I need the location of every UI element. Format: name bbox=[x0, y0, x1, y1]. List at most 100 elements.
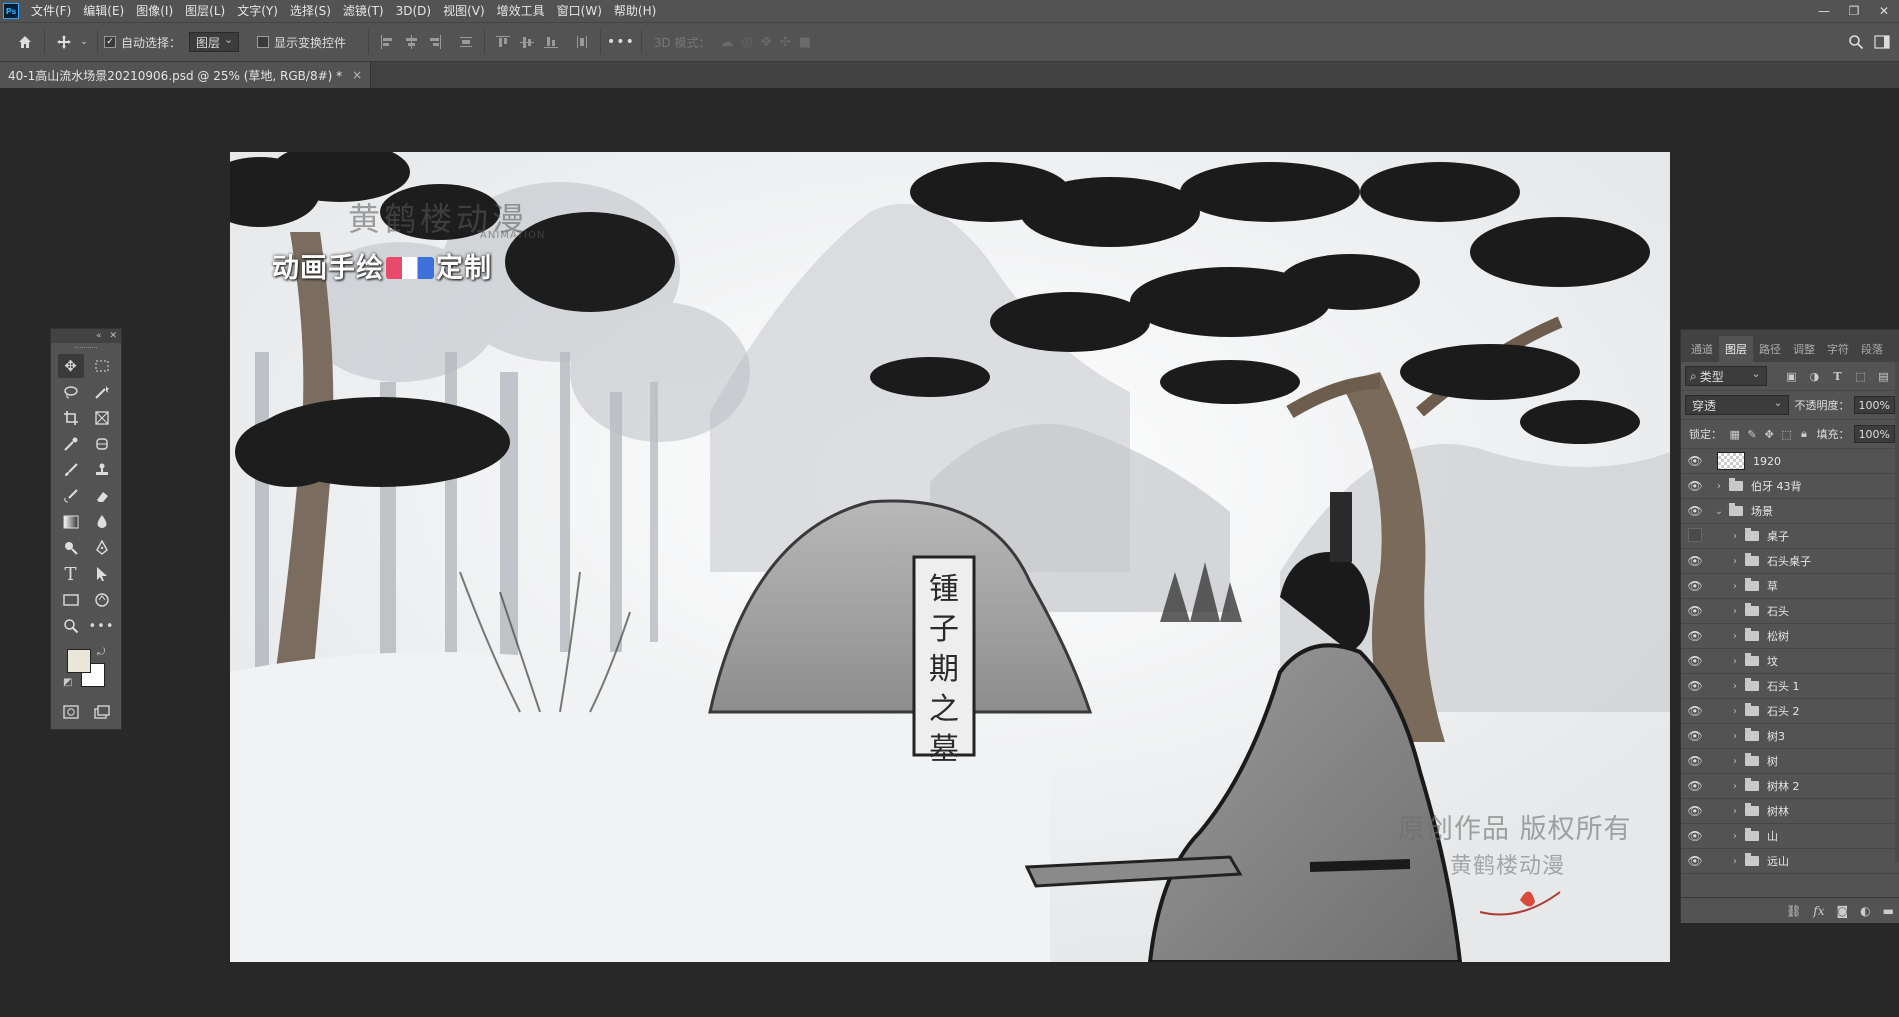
3d-slide-icon[interactable]: ✣ bbox=[780, 35, 791, 50]
lasso-tool-icon[interactable] bbox=[58, 380, 84, 404]
search-icon[interactable] bbox=[1845, 31, 1867, 53]
layer-row[interactable]: 👁︎ 1920 bbox=[1681, 449, 1899, 474]
workspace-icon[interactable] bbox=[1871, 31, 1893, 53]
layer-row[interactable]: 👁︎ › 树林 2 bbox=[1681, 774, 1899, 799]
foreground-color-swatch[interactable] bbox=[67, 649, 91, 673]
visibility-eye-icon[interactable]: 👁︎ bbox=[1681, 629, 1709, 643]
swap-colors-icon[interactable]: ⤾ bbox=[97, 647, 105, 658]
auto-select-dropdown[interactable]: 图层 bbox=[189, 32, 240, 52]
dodge-tool-icon[interactable] bbox=[58, 536, 84, 560]
close-tab-icon[interactable]: × bbox=[352, 68, 362, 82]
chevron-right-icon[interactable]: › bbox=[1729, 731, 1741, 742]
layer-filter-dropdown[interactable]: ⌕ 类型 bbox=[1685, 366, 1767, 386]
visibility-eye-icon[interactable]: 👁︎ bbox=[1681, 704, 1709, 718]
hand-rotate-tool-icon[interactable] bbox=[89, 588, 115, 612]
tab-channels[interactable]: 通道 bbox=[1685, 336, 1719, 362]
path-selection-tool-icon[interactable] bbox=[89, 562, 115, 586]
layer-row[interactable]: 👁︎ › 远山 bbox=[1681, 849, 1899, 874]
move-tool-icon[interactable] bbox=[53, 31, 75, 53]
visibility-eye-icon[interactable]: 👁︎ bbox=[1681, 754, 1709, 768]
chevron-down-icon[interactable]: ⌄ bbox=[79, 31, 89, 53]
layer-name[interactable]: 树 bbox=[1767, 753, 1778, 769]
chevron-right-icon[interactable]: › bbox=[1729, 656, 1741, 667]
3d-orbit-icon[interactable]: ☁ bbox=[721, 35, 734, 50]
move-tool-icon[interactable]: ✥ bbox=[57, 354, 84, 378]
layer-row[interactable]: 👁︎ › 石头 2 bbox=[1681, 699, 1899, 724]
blur-tool-icon[interactable] bbox=[89, 510, 115, 534]
layer-name[interactable]: 1920 bbox=[1753, 455, 1781, 468]
chevron-right-icon[interactable]: › bbox=[1729, 781, 1741, 792]
distribute-icon[interactable] bbox=[457, 33, 475, 51]
filter-smart-object-icon[interactable]: ▤ bbox=[1877, 369, 1890, 383]
filter-type-icon[interactable]: T bbox=[1831, 369, 1844, 383]
chevron-right-icon[interactable]: › bbox=[1729, 756, 1741, 767]
gradient-tool-icon[interactable] bbox=[58, 510, 84, 534]
eraser-tool-icon[interactable] bbox=[89, 484, 115, 508]
layer-row[interactable]: 👁︎ › 伯牙 43背 bbox=[1681, 474, 1899, 499]
photoshop-logo-icon[interactable]: Ps bbox=[3, 3, 19, 19]
visibility-eye-icon[interactable]: 👁︎ bbox=[1681, 579, 1709, 593]
layer-row[interactable]: 👁︎ › 石头 bbox=[1681, 599, 1899, 624]
layer-row[interactable]: › 桌子 bbox=[1681, 524, 1899, 549]
more-tools-icon[interactable]: ••• bbox=[89, 614, 115, 638]
layer-row[interactable]: 👁︎ › 石头 1 bbox=[1681, 674, 1899, 699]
menu-help[interactable]: 帮助(H) bbox=[608, 0, 662, 22]
visibility-eye-icon[interactable] bbox=[1681, 528, 1709, 545]
align-middle-v-icon[interactable] bbox=[518, 33, 536, 51]
healing-brush-tool-icon[interactable] bbox=[89, 432, 115, 456]
rectangle-tool-icon[interactable] bbox=[58, 588, 84, 612]
visibility-eye-icon[interactable]: 👁︎ bbox=[1681, 504, 1709, 518]
blend-mode-dropdown[interactable]: 穿透 bbox=[1685, 395, 1789, 415]
chevron-right-icon[interactable]: › bbox=[1729, 706, 1741, 717]
menu-view[interactable]: 视图(V) bbox=[437, 0, 491, 22]
filter-shape-icon[interactable]: ⬚ bbox=[1854, 369, 1867, 383]
layer-name[interactable]: 山 bbox=[1767, 828, 1778, 844]
3d-pan-icon[interactable]: ✥ bbox=[761, 35, 772, 50]
chevron-right-icon[interactable]: › bbox=[1729, 556, 1741, 567]
align-center-h-icon[interactable] bbox=[402, 33, 420, 51]
link-icon[interactable]: ⛓ bbox=[1786, 904, 1801, 918]
layer-name[interactable]: 石头 bbox=[1767, 603, 1789, 619]
tab-paragraph[interactable]: 段落 bbox=[1855, 336, 1889, 362]
layer-name[interactable]: 石头桌子 bbox=[1767, 553, 1811, 569]
clone-stamp-tool-icon[interactable] bbox=[89, 458, 115, 482]
chevron-down-icon[interactable]: ⌄ bbox=[1713, 506, 1725, 517]
tab-adjustments[interactable]: 调整 bbox=[1787, 336, 1821, 362]
chevron-right-icon[interactable]: › bbox=[1713, 481, 1725, 492]
menu-3d[interactable]: 3D(D) bbox=[390, 0, 437, 22]
layer-name[interactable]: 伯牙 43背 bbox=[1751, 478, 1802, 494]
layer-row[interactable]: 👁︎ › 坟 bbox=[1681, 649, 1899, 674]
screen-mode-icon[interactable] bbox=[89, 700, 115, 724]
history-brush-tool-icon[interactable] bbox=[58, 484, 84, 508]
lock-transparent-icon[interactable]: ▦ bbox=[1729, 427, 1740, 441]
marquee-tool-icon[interactable] bbox=[89, 354, 115, 378]
quick-mask-icon[interactable] bbox=[58, 700, 84, 724]
menu-window[interactable]: 窗口(W) bbox=[551, 0, 608, 22]
visibility-eye-icon[interactable]: 👁︎ bbox=[1681, 829, 1709, 843]
layer-row[interactable]: 👁︎ › 松树 bbox=[1681, 624, 1899, 649]
crop-tool-icon[interactable] bbox=[58, 406, 84, 430]
chevron-right-icon[interactable]: › bbox=[1729, 681, 1741, 692]
type-tool-icon[interactable]: T bbox=[58, 562, 84, 586]
visibility-eye-icon[interactable]: 👁︎ bbox=[1681, 479, 1709, 493]
frame-tool-icon[interactable] bbox=[89, 406, 115, 430]
visibility-eye-icon[interactable]: 👁︎ bbox=[1681, 654, 1709, 668]
filter-adjustment-icon[interactable]: ◑ bbox=[1808, 369, 1821, 383]
minimize-button[interactable]: — bbox=[1809, 0, 1839, 22]
visibility-eye-icon[interactable]: 👁︎ bbox=[1681, 454, 1709, 468]
layer-name[interactable]: 坟 bbox=[1767, 653, 1778, 669]
layers-scrollbar[interactable] bbox=[1895, 362, 1899, 862]
new-group-icon[interactable]: ▬ bbox=[1883, 904, 1894, 918]
magic-wand-tool-icon[interactable] bbox=[89, 380, 115, 404]
show-transform-checkbox[interactable] bbox=[257, 36, 270, 48]
close-window-button[interactable]: ✕ bbox=[1869, 0, 1899, 22]
visibility-eye-icon[interactable]: 👁︎ bbox=[1681, 729, 1709, 743]
layer-row[interactable]: 👁︎ ⌄ 场景 bbox=[1681, 499, 1899, 524]
layer-name[interactable]: 树林 bbox=[1767, 803, 1789, 819]
filter-pixel-icon[interactable]: ▣ bbox=[1785, 369, 1798, 383]
auto-select-checkbox[interactable]: ✓ bbox=[104, 36, 116, 48]
layer-row[interactable]: 👁︎ › 石头桌子 bbox=[1681, 549, 1899, 574]
toolbox-grip[interactable] bbox=[51, 343, 121, 353]
menu-filter[interactable]: 滤镜(T) bbox=[337, 0, 390, 22]
visibility-eye-icon[interactable]: 👁︎ bbox=[1681, 854, 1709, 868]
